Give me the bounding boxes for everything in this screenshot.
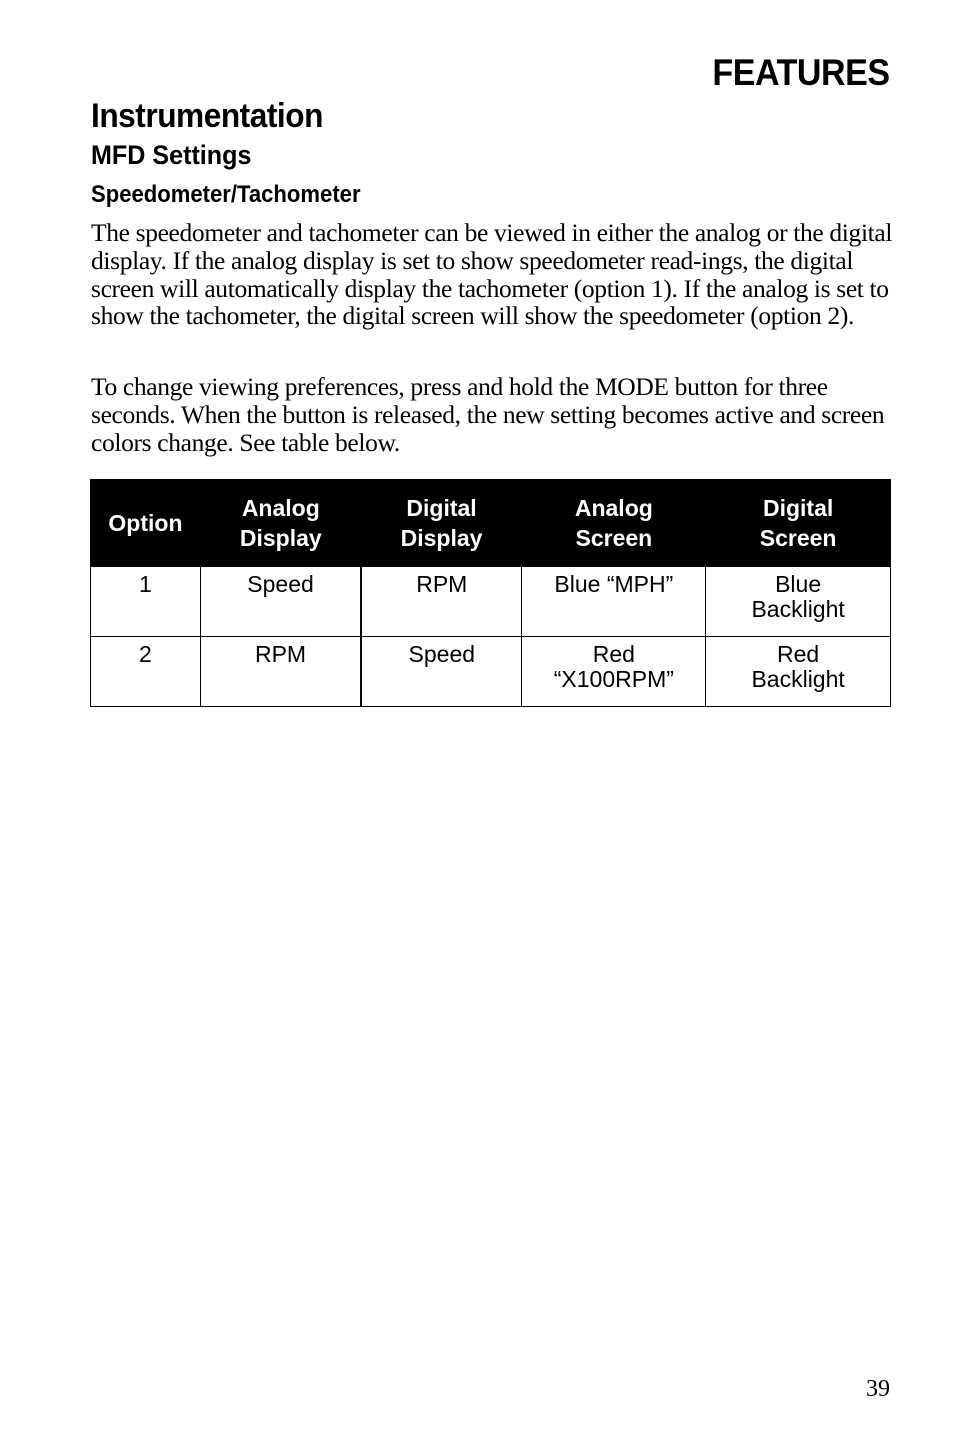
cell-digital-screen: Red Backlight <box>705 636 891 707</box>
intro-paragraph: The speedometer and tachometer can be vi… <box>91 218 893 331</box>
manual-page: FEATURES Instrumentation MFD Settings Sp… <box>0 0 954 1454</box>
header-analog-display: Analog Display <box>199 479 362 567</box>
header-analog-screen: Analog Screen <box>521 479 707 567</box>
page-number: 39 <box>866 1376 890 1402</box>
page-title: Instrumentation <box>91 97 323 135</box>
section-subtitle: MFD Settings <box>91 140 252 170</box>
table-row: 2 RPM Speed Red “X100RPM” Red Backlight <box>90 636 891 707</box>
header-digital-display: Digital Display <box>360 479 523 567</box>
cell-analog-display: Speed <box>199 566 362 637</box>
header-digital-screen: Digital Screen <box>705 479 891 567</box>
header-option: Option <box>90 479 201 567</box>
cell-digital-screen: Blue Backlight <box>705 566 891 637</box>
display-options-table: Option Analog Display Digital Display Anal… <box>90 479 891 707</box>
table-row: 1 Speed RPM Blue “MPH” Blue Backlight <box>90 566 891 637</box>
cell-option: 2 <box>90 636 201 707</box>
topic-title: Speedometer/Tachometer <box>91 181 361 208</box>
cell-analog-screen: Blue “MPH” <box>521 566 707 637</box>
cell-digital-display: Speed <box>360 636 523 707</box>
cell-analog-display: RPM <box>199 636 362 707</box>
table-header-row: Option Analog Display Digital Display Anal… <box>90 479 891 567</box>
section-header: FEATURES <box>712 52 891 93</box>
cell-option: 1 <box>90 566 201 637</box>
cell-analog-screen: Red “X100RPM” <box>521 636 707 707</box>
instructions-paragraph: To change viewing preferences, press and… <box>91 372 885 457</box>
cell-digital-display: RPM <box>360 566 523 637</box>
